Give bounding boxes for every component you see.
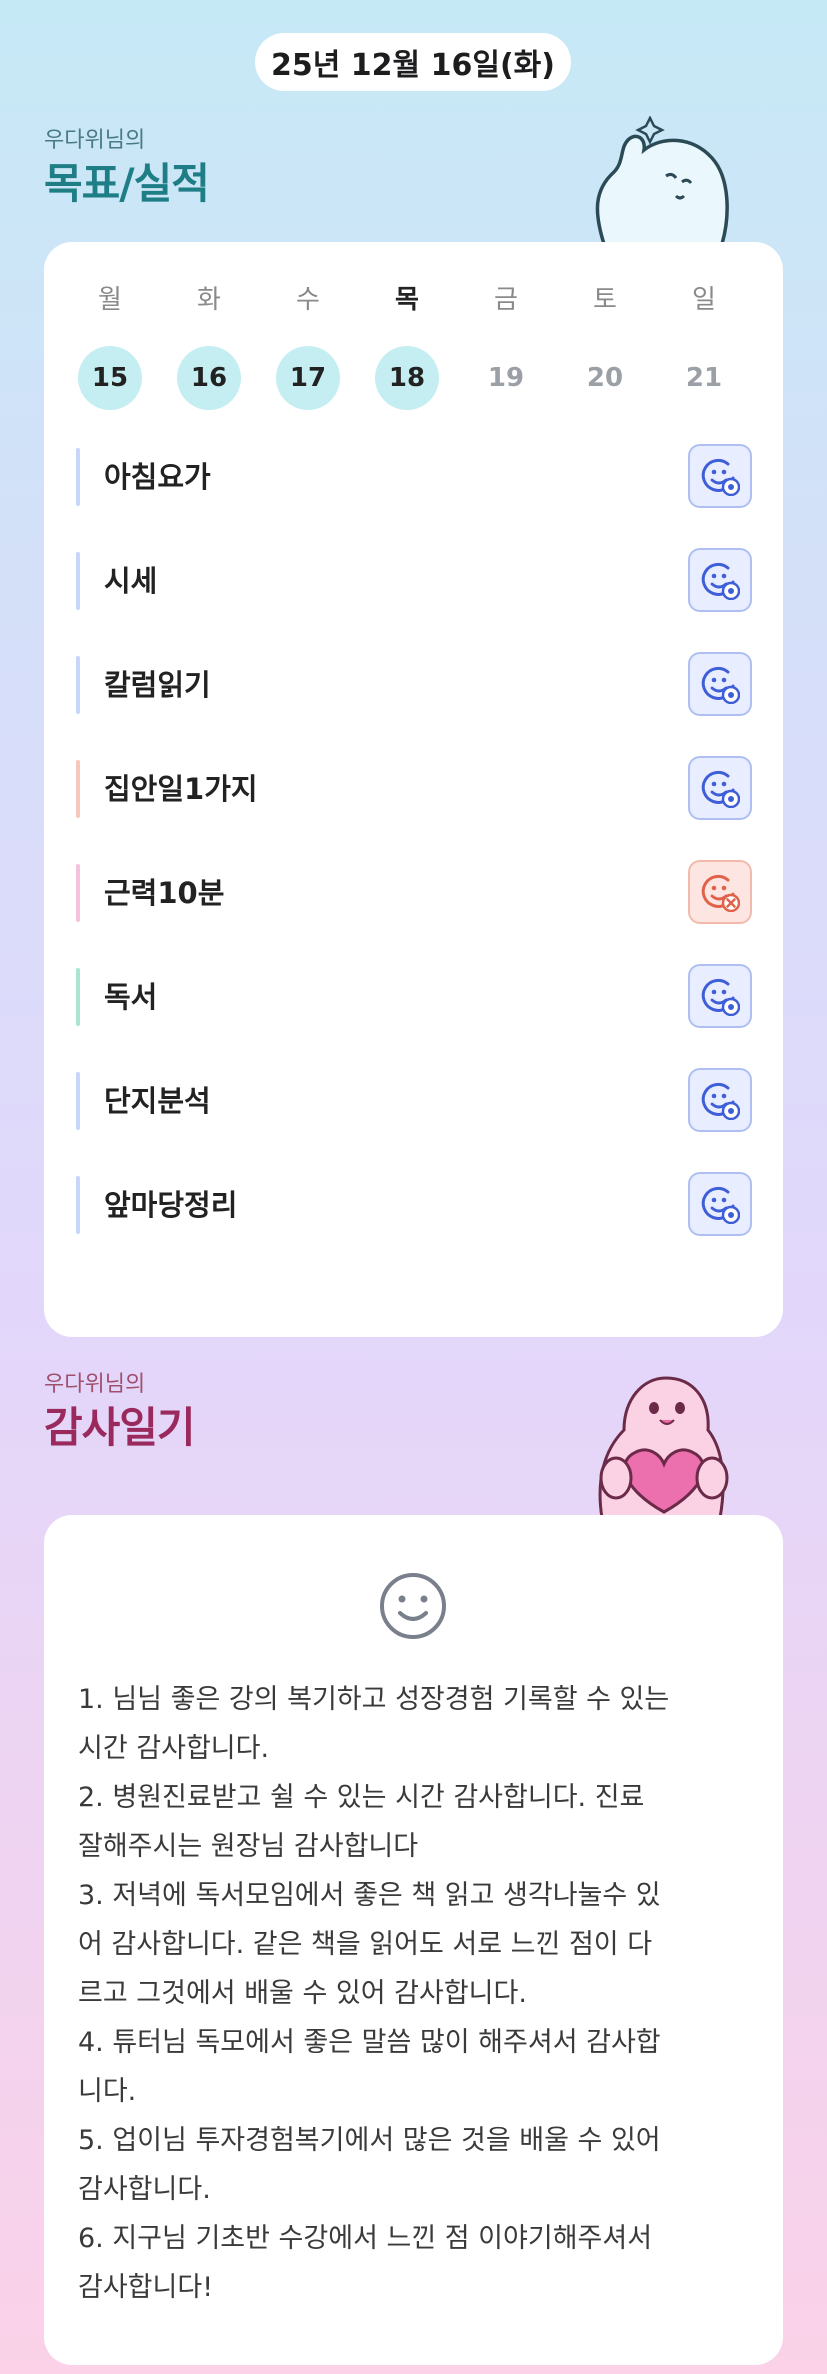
goal-label: 단지분석 [104,1084,211,1118]
fail-icon [701,874,740,912]
diary-card: 1. 님님 좋은 강의 복기하고 성장경험 기록할 수 있는 시간 감사합니다.… [44,1515,783,2365]
day-tue[interactable]: 화 16 [177,282,241,410]
goal-color-bar [76,968,80,1026]
diary-title: 감사일기 [44,1403,196,1452]
day-name: 월 [98,285,122,315]
goal-row[interactable]: 아침요가 [76,444,752,510]
goal-row[interactable]: 단지분석 [76,1068,752,1134]
goal-row[interactable]: 앞마당정리 [76,1172,752,1238]
success-icon [701,666,740,704]
goal-label: 앞마당정리 [104,1188,238,1222]
date-pill[interactable]: 25년 12월 16일(화) [255,33,571,91]
goal-label: 집안일1가지 [104,772,258,806]
day-wed[interactable]: 수 17 [276,282,340,410]
goal-row[interactable]: 칼럼읽기 [76,652,752,718]
diary-entry-text: 1. 님님 좋은 강의 복기하고 성장경험 기록할 수 있는 시간 감사합니다.… [78,1684,670,2303]
goal-row[interactable]: 시세 [76,548,752,614]
goal-row[interactable]: 집안일1가지 [76,756,752,822]
goal-label: 독서 [104,980,158,1014]
goal-status-button[interactable] [688,756,752,820]
day-number: 15 [78,346,142,410]
goal-status-button[interactable] [688,964,752,1028]
smile-icon[interactable] [378,1571,448,1641]
goal-row[interactable]: 독서 [76,964,752,1030]
goal-status-button[interactable] [688,1068,752,1132]
goal-color-bar [76,864,80,922]
goal-row[interactable]: 근력10분 [76,860,752,926]
goal-status-button[interactable] [688,860,752,924]
day-sat[interactable]: 토 20 [573,282,637,410]
goal-color-bar [76,656,80,714]
goal-color-bar [76,552,80,610]
day-thu[interactable]: 목 18 [375,282,439,410]
success-icon [701,458,740,496]
success-icon [701,1186,740,1224]
ghost-mascot-icon [595,116,729,244]
day-sun[interactable]: 일 21 [672,282,736,410]
goal-color-bar [76,1072,80,1130]
day-number: 17 [276,346,340,410]
day-fri[interactable]: 금 19 [474,282,538,410]
goal-color-bar [76,1176,80,1234]
day-name: 화 [197,285,221,315]
goals-card: 월 15 화 16 수 17 목 18 금 19 토 20 일 21 아침요가시… [44,242,783,1337]
success-icon [701,978,740,1016]
goal-label: 시세 [104,564,158,598]
day-name: 수 [296,285,320,315]
success-icon [701,1082,740,1120]
day-name: 토 [593,285,617,315]
goal-status-button[interactable] [688,548,752,612]
day-number: 18 [375,346,439,410]
goal-status-button[interactable] [688,652,752,716]
success-icon [701,562,740,600]
day-number: 19 [487,363,525,393]
goal-status-button[interactable] [688,1172,752,1236]
day-number: 20 [586,363,624,393]
heart-mascot-icon [598,1376,729,1518]
goal-label: 아침요가 [104,460,211,494]
day-number: 21 [685,363,723,393]
goal-label: 칼럼읽기 [104,668,211,702]
success-icon [701,770,740,808]
day-name: 일 [692,285,716,315]
goal-color-bar [76,448,80,506]
goal-status-button[interactable] [688,444,752,508]
day-number: 16 [177,346,241,410]
day-name: 금 [494,285,518,315]
day-mon[interactable]: 월 15 [78,282,142,410]
day-name: 목 [395,285,419,315]
goal-color-bar [76,760,80,818]
goal-label: 근력10분 [104,876,225,910]
goals-title: 목표/실적 [44,159,210,208]
